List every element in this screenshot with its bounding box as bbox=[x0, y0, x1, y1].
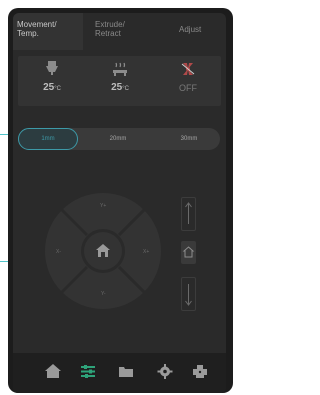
tab-movement-temp[interactable]: Movement/ Temp. bbox=[13, 13, 83, 50]
fan-off-icon bbox=[158, 60, 218, 78]
z-up-button[interactable] bbox=[181, 197, 196, 231]
home-icon bbox=[96, 244, 110, 257]
nozzle-temp-value: 25 bbox=[43, 82, 55, 93]
printer-icon bbox=[193, 365, 207, 378]
gear-icon bbox=[157, 364, 173, 379]
temperature-panel: 25°C 25°C OFF bbox=[18, 56, 221, 106]
z-home-icon bbox=[182, 246, 195, 258]
jog-x-plus-button[interactable]: X+ bbox=[143, 249, 149, 255]
folder-icon bbox=[119, 367, 133, 377]
distance-option-30mm[interactable]: 30mm bbox=[158, 128, 220, 150]
printer-screen: Movement/ Temp. Extrude/ Retract Adjust … bbox=[13, 13, 226, 393]
nav-printer[interactable] bbox=[188, 359, 212, 383]
tab-extrude-retract[interactable]: Extrude/ Retract bbox=[83, 13, 153, 50]
nozzle-icon bbox=[22, 60, 82, 78]
z-down-button[interactable] bbox=[181, 277, 196, 311]
tab-label: Adjust bbox=[179, 25, 202, 34]
tab-label-line2: Retract bbox=[95, 29, 121, 38]
fan-status[interactable]: OFF bbox=[158, 56, 218, 106]
step-distance-selector: 1mm 20mm 30mm bbox=[18, 128, 220, 150]
jog-y-plus-button[interactable]: Y+ bbox=[100, 203, 106, 209]
tab-bar: Movement/ Temp. Extrude/ Retract Adjust bbox=[13, 13, 226, 50]
z-home-button[interactable] bbox=[181, 241, 196, 264]
xy-jog-pad: Y+ X- X+ Y- bbox=[43, 191, 163, 311]
sliders-icon bbox=[81, 365, 95, 378]
arrow-up-icon bbox=[185, 202, 192, 224]
tab-label-line1: Extrude/ bbox=[95, 20, 125, 29]
distance-option-1mm[interactable]: 1mm bbox=[18, 128, 78, 150]
tab-adjust[interactable]: Adjust bbox=[153, 13, 226, 50]
jog-y-minus-button[interactable]: Y- bbox=[101, 291, 106, 297]
heated-bed-icon bbox=[90, 60, 150, 78]
distance-option-20mm[interactable]: 20mm bbox=[88, 128, 148, 150]
arrow-down-icon bbox=[185, 284, 192, 306]
nav-movement[interactable] bbox=[76, 359, 100, 383]
bed-temp[interactable]: 25°C bbox=[90, 56, 150, 106]
tab-label-line1: Movement/ bbox=[17, 20, 57, 29]
fan-status-value: OFF bbox=[179, 83, 197, 93]
nav-home[interactable] bbox=[41, 359, 65, 383]
nozzle-temp-unit: °C bbox=[54, 86, 61, 92]
home-xy-button[interactable] bbox=[93, 241, 113, 261]
nozzle-temp[interactable]: 25°C bbox=[22, 56, 82, 106]
tab-label-line2: Temp. bbox=[17, 29, 39, 38]
bed-temp-unit: °C bbox=[122, 86, 129, 92]
nav-files[interactable] bbox=[114, 359, 138, 383]
jog-x-minus-button[interactable]: X- bbox=[56, 249, 61, 255]
nav-settings[interactable] bbox=[153, 359, 177, 383]
bottom-nav bbox=[13, 353, 226, 393]
home-icon bbox=[45, 364, 61, 378]
bed-temp-value: 25 bbox=[111, 82, 123, 93]
